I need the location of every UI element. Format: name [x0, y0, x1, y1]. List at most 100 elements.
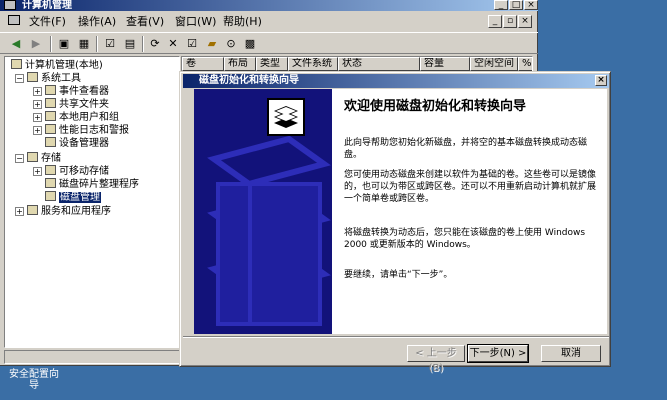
forward-icon[interactable]: ▶ — [28, 36, 44, 51]
tree-item-device-manager[interactable]: 设备管理器 — [45, 137, 109, 150]
services-icon — [27, 205, 38, 215]
back-icon[interactable]: ◀ — [8, 36, 24, 51]
tree-item-services[interactable]: 服务和应用程序 — [27, 205, 111, 218]
window-titlebar[interactable]: 计算机管理 — [0, 0, 538, 11]
refresh-icon[interactable]: ⟳ — [147, 36, 163, 51]
toolbar: ◀ ▶ ▣ ▦ ☑ ▤ ⟳ ✕ ☑ ▰ ⊙ ▩ — [0, 32, 538, 54]
menu-view[interactable]: 查看(V) — [126, 15, 164, 29]
tree-item-root[interactable]: 计算机管理(本地) — [11, 59, 103, 72]
expander-system-tools[interactable]: − — [15, 74, 24, 83]
tree-item-local-users[interactable]: 本地用户和组 — [45, 111, 119, 124]
column-header-volume[interactable]: 卷 — [182, 57, 224, 71]
help-icon[interactable]: ▤ — [122, 36, 138, 51]
column-header-free-space[interactable]: 空闲空间 — [470, 57, 518, 71]
mdi-buttons: _ ▫ × — [487, 15, 532, 28]
tree-label: 事件查看器 — [59, 86, 109, 97]
expander-local-users[interactable]: + — [33, 113, 42, 122]
wizard-side-banner — [194, 89, 332, 334]
shared-folder-icon — [45, 98, 56, 108]
mdi-close-button[interactable]: × — [518, 15, 532, 28]
wizard-paragraph-windows: 将磁盘转换为动态后，您只能在该磁盘的卷上使用 Windows 2000 或更新版… — [344, 228, 586, 250]
tree-item-event-viewer[interactable]: 事件查看器 — [45, 85, 109, 98]
tree-item-storage[interactable]: 存储 — [27, 152, 61, 165]
column-header-capacity[interactable]: 容量 — [420, 57, 470, 71]
column-header-percent[interactable]: % — [518, 57, 532, 71]
checklist-icon[interactable]: ☑ — [184, 36, 200, 51]
menu-file[interactable]: 文件(F) — [29, 15, 66, 29]
tree-label: 磁盘碎片整理程序 — [59, 179, 139, 190]
column-header-filesystem[interactable]: 文件系统 — [288, 57, 338, 71]
device-manager-icon — [45, 137, 56, 147]
mmc-document-icon[interactable] — [8, 15, 20, 25]
wizard-paragraph-continue: 要继续，请单击“下一步”。 — [344, 270, 453, 280]
desktop-icon-security-wizard[interactable]: 安全配置向导 — [6, 369, 62, 391]
menu-bar: 文件(F) 操作(A) 查看(V) 窗口(W) 帮助(H) _ ▫ × — [0, 12, 538, 32]
tree-label: 服务和应用程序 — [41, 206, 111, 217]
tree-label: 磁盘管理 — [59, 192, 101, 203]
settings-icon[interactable]: ▩ — [242, 36, 258, 51]
tree-item-removable-storage[interactable]: 可移动存储 — [45, 165, 109, 178]
tree-label: 性能日志和警报 — [59, 125, 129, 136]
expander-removable-storage[interactable]: + — [33, 167, 42, 176]
minimize-button[interactable]: _ — [494, 0, 508, 10]
open-folder-icon[interactable]: ▰ — [204, 36, 220, 51]
tree-label: 存储 — [41, 153, 61, 164]
storage-icon — [27, 152, 38, 162]
expander-shared-folders[interactable]: + — [33, 100, 42, 109]
window-title: 计算机管理 — [22, 0, 72, 11]
menu-window[interactable]: 窗口(W) — [175, 15, 216, 29]
disk-stack-illustration — [194, 89, 332, 334]
tree-item-system-tools[interactable]: 系统工具 — [27, 72, 81, 85]
disk-management-icon — [45, 191, 56, 201]
performance-icon — [45, 124, 56, 134]
tree-label: 可移动存储 — [59, 166, 109, 177]
next-button[interactable]: 下一步(N) > — [467, 344, 529, 363]
tree-label: 系统工具 — [41, 73, 81, 84]
cancel-button[interactable]: 取消 — [541, 345, 601, 362]
menu-action[interactable]: 操作(A) — [78, 15, 116, 29]
wizard-close-button[interactable]: × — [595, 75, 607, 86]
delete-icon[interactable]: ✕ — [165, 36, 181, 51]
expander-perf-logs[interactable]: + — [33, 126, 42, 135]
tree-item-disk-management[interactable]: 磁盘管理 — [45, 191, 101, 204]
wizard-titlebar[interactable]: 磁盘初始化和转换向导 × — [183, 74, 609, 88]
column-header-status[interactable]: 状态 — [338, 57, 420, 71]
tree-label: 设备管理器 — [59, 138, 109, 149]
column-header-type[interactable]: 类型 — [256, 57, 288, 71]
tree-item-shared-folders[interactable]: 共享文件夹 — [45, 98, 109, 111]
maximize-button[interactable]: □ — [509, 0, 523, 10]
system-tools-icon — [27, 72, 38, 82]
menu-help[interactable]: 帮助(H) — [223, 15, 262, 29]
back-button[interactable]: < 上一步(B) — [407, 345, 465, 374]
tree-item-perf-logs[interactable]: 性能日志和警报 — [45, 124, 129, 137]
toolbar-separator — [96, 36, 98, 52]
tree-label: 本地用户和组 — [59, 112, 119, 123]
properties-icon[interactable]: ☑ — [102, 36, 118, 51]
computer-icon — [4, 0, 16, 10]
console-tree: 计算机管理(本地) − 系统工具 + 事件查看器 + 共享文件夹 + 本地用户和… — [4, 56, 180, 348]
wizard-content: 欢迎使用磁盘初始化和转换向导 此向导帮助您初始化新磁盘，并将空的基本磁盘转换成动… — [332, 89, 607, 334]
tree-item-defrag[interactable]: 磁盘碎片整理程序 — [45, 178, 139, 191]
tree-root-label: 计算机管理(本地) — [25, 60, 103, 71]
mdi-minimize-button[interactable]: _ — [488, 15, 502, 28]
defrag-icon — [45, 178, 56, 188]
close-button[interactable]: × — [524, 0, 538, 10]
wizard-paragraph-intro: 此向导帮助您初始化新磁盘，并将空的基本磁盘转换成动态磁盘。 — [344, 138, 588, 160]
toolbar-separator — [50, 36, 52, 52]
show-tree-icon[interactable]: ▦ — [76, 36, 92, 51]
wizard-heading: 欢迎使用磁盘初始化和转换向导 — [344, 99, 527, 114]
removable-storage-icon — [45, 165, 56, 175]
wizard-divider — [183, 336, 609, 338]
wizard-paragraph-dynamic: 您可使用动态磁盘来创建以软件为基础的卷。这些卷可以是镜像的，也可以为带区或跨区卷… — [344, 170, 597, 204]
up-folder-icon[interactable]: ▣ — [56, 36, 72, 51]
disk-wizard-dialog: 磁盘初始化和转换向导 × 欢迎使用磁盘初始化和转换向导 此向导帮助您初始化新磁盘… — [179, 71, 611, 374]
search-icon[interactable]: ⊙ — [223, 36, 239, 51]
expander-event-viewer[interactable]: + — [33, 87, 42, 96]
wizard-title: 磁盘初始化和转换向导 — [199, 75, 299, 86]
column-header-layout[interactable]: 布局 — [224, 57, 256, 71]
mdi-restore-button[interactable]: ▫ — [503, 15, 517, 28]
tree-label: 共享文件夹 — [59, 99, 109, 110]
expander-storage[interactable]: − — [15, 154, 24, 163]
expander-services[interactable]: + — [15, 207, 24, 216]
computer-management-icon — [11, 59, 22, 69]
